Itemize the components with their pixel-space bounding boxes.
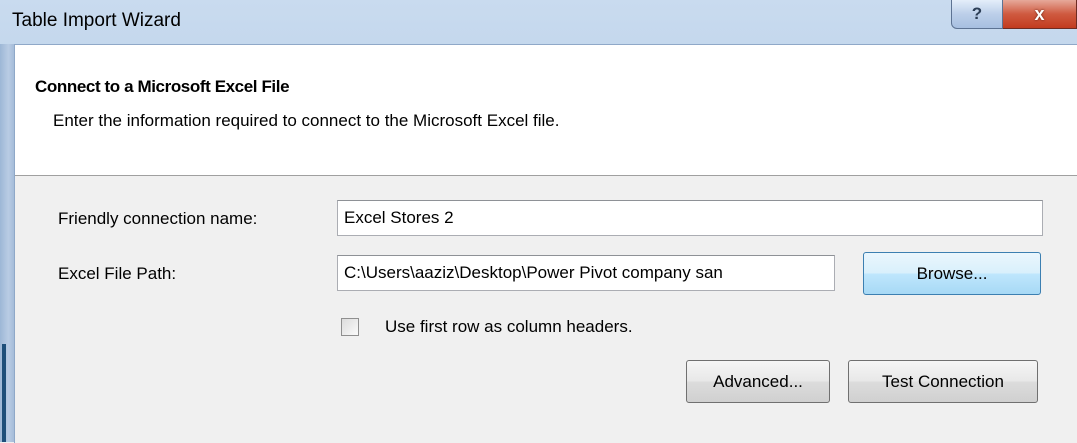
advanced-button[interactable]: Advanced... — [686, 360, 830, 403]
help-button[interactable]: ? — [951, 0, 1003, 29]
window: Table Import Wizard ? x Connect to a Mic… — [0, 0, 1077, 443]
help-icon: ? — [971, 4, 983, 23]
page-title: Connect to a Microsoft Excel File — [35, 77, 290, 96]
file-path-label: Excel File Path: — [58, 264, 177, 283]
friendly-name-label: Friendly connection name: — [58, 209, 258, 228]
title-bar-buttons: ? x — [951, 0, 1077, 30]
use-headers-label[interactable]: Use first row as column headers. — [385, 317, 633, 337]
friendly-name-input[interactable]: Excel Stores 2 — [337, 200, 1043, 236]
window-title: Table Import Wizard — [12, 10, 181, 31]
dialog-client-area: Connect to a Microsoft Excel File Enter … — [14, 44, 1077, 443]
window-left-frame — [0, 44, 14, 442]
wizard-header: Connect to a Microsoft Excel File Enter … — [15, 45, 1077, 176]
page-description: Enter the information required to connec… — [53, 111, 560, 130]
close-icon: x — [1034, 3, 1045, 24]
file-path-input[interactable]: C:\Users\aaziz\Desktop\Power Pivot compa… — [337, 255, 835, 291]
browse-button[interactable]: Browse... — [863, 252, 1041, 295]
close-button[interactable]: x — [1003, 0, 1077, 29]
use-headers-checkbox[interactable] — [341, 318, 359, 336]
test-connection-button[interactable]: Test Connection — [848, 360, 1038, 403]
